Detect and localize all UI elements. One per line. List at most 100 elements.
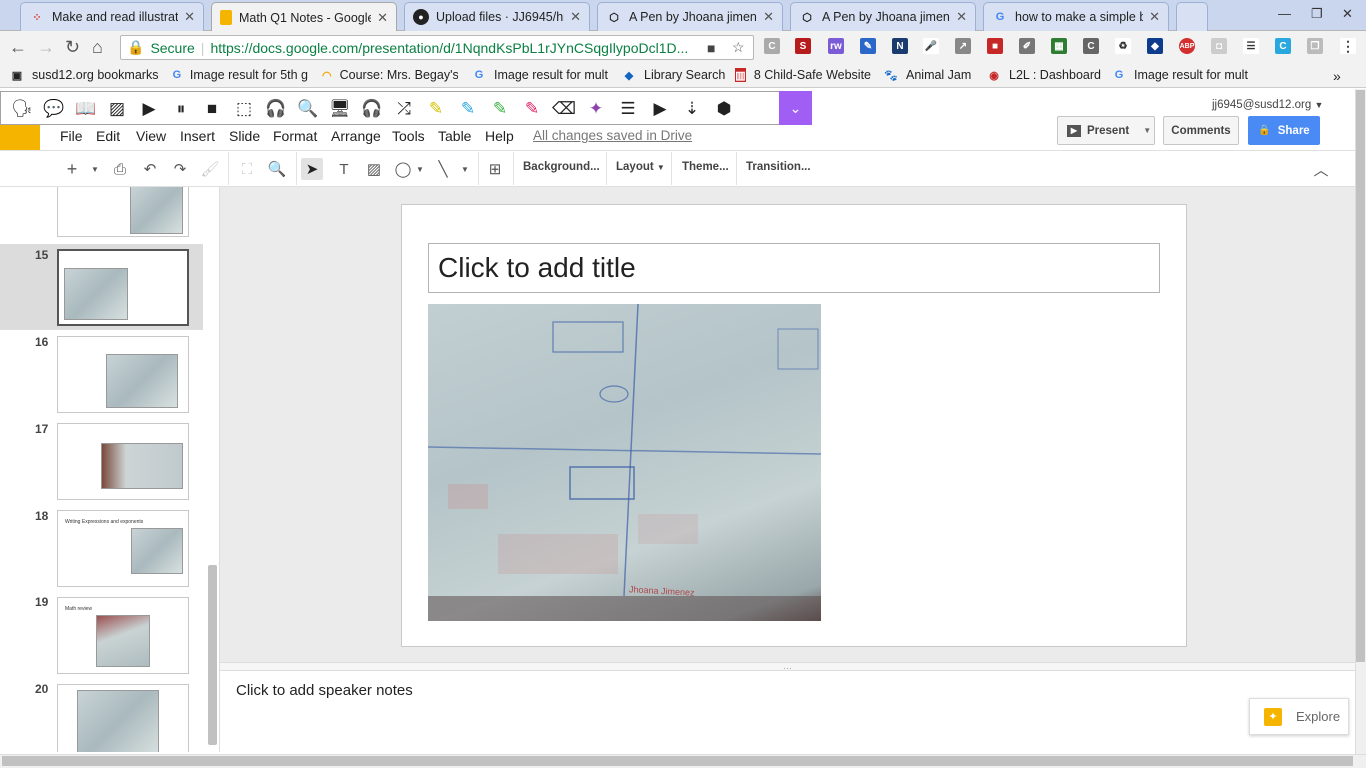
- extension-book-icon[interactable]: ■: [987, 38, 1003, 54]
- menu-help[interactable]: Help: [485, 128, 514, 144]
- eraser-icon[interactable]: ⌫: [552, 98, 576, 120]
- close-icon[interactable]: ✕: [1149, 9, 1160, 25]
- dictionary-icon[interactable]: 💬: [43, 98, 65, 120]
- redo-icon[interactable]: ↷: [169, 158, 191, 180]
- chevron-down-icon[interactable]: ▼: [84, 158, 106, 180]
- video-icon[interactable]: ▶: [649, 98, 671, 120]
- account-email[interactable]: jj6945@susd12.org ▼: [1212, 99, 1323, 111]
- new-tab-button[interactable]: [1176, 2, 1208, 31]
- tab-math-q1-notes[interactable]: Math Q1 Notes - Google ✕: [211, 2, 397, 32]
- bookmark-l2l[interactable]: ◉ L2L : Dashboard: [987, 68, 1101, 82]
- tab-make-and-read[interactable]: ⁘ Make and read illustrate ✕: [20, 2, 204, 31]
- slide-thumbnail-18[interactable]: Writing Expressions and exponents: [57, 510, 189, 587]
- pause-icon[interactable]: ⏸: [170, 98, 192, 120]
- collapse-toolbar-icon[interactable]: ︿: [1310, 158, 1332, 180]
- slide-thumbnail-15[interactable]: [57, 249, 189, 326]
- menu-arrange[interactable]: Arrange: [331, 128, 381, 144]
- select-region-icon[interactable]: ⬚: [233, 98, 255, 120]
- comments-button[interactable]: Comments: [1163, 116, 1239, 145]
- tab-upload-files[interactable]: ● Upload files · JJ6945/hi ✕: [404, 2, 590, 31]
- play-icon[interactable]: ▶: [138, 98, 160, 120]
- home-icon[interactable]: ⌂: [92, 37, 103, 58]
- tab-simple-button[interactable]: G how to make a simple bu ✕: [983, 2, 1169, 31]
- transition-button[interactable]: Transition...: [746, 161, 811, 173]
- camera-icon[interactable]: ■: [707, 40, 715, 56]
- extension-pencil-icon[interactable]: ✐: [1019, 38, 1035, 54]
- audio-icon[interactable]: 🎧: [265, 98, 287, 120]
- stop-icon[interactable]: ■: [201, 98, 223, 120]
- bookmark-child-safe[interactable]: ▥ 8 Child-Safe Website: [735, 68, 871, 82]
- menu-slide[interactable]: Slide: [229, 128, 260, 144]
- slide-thumbnail-19[interactable]: Math review: [57, 597, 189, 674]
- explore-button[interactable]: ✦ Explore: [1249, 698, 1349, 735]
- image-icon[interactable]: ▨: [363, 158, 385, 180]
- filmstrip-scrollbar[interactable]: [208, 565, 217, 745]
- save-status[interactable]: All changes saved in Drive: [533, 128, 692, 143]
- speaker-notes[interactable]: Click to add speaker notes: [236, 682, 413, 699]
- close-icon[interactable]: ✕: [956, 9, 967, 25]
- extension-copy-icon[interactable]: ❐: [1307, 38, 1323, 54]
- restore-icon[interactable]: ❐: [1311, 6, 1323, 22]
- tab-codepen-2[interactable]: ⬡ A Pen by Jhoana jimene ✕: [790, 2, 976, 31]
- highlighter-pink-icon[interactable]: ✎: [521, 98, 543, 120]
- share-tool-icon[interactable]: ⬢: [713, 98, 735, 120]
- bookmark-image-5th[interactable]: G Image result for 5th g: [172, 68, 308, 82]
- chevron-down-icon[interactable]: ▼: [1143, 126, 1151, 135]
- screenshot-icon[interactable]: ◘: [1211, 38, 1227, 54]
- menu-tools[interactable]: Tools: [392, 128, 425, 144]
- close-icon[interactable]: ✕: [184, 9, 195, 25]
- slide-thumbnail-17[interactable]: [57, 423, 189, 500]
- search-icon[interactable]: 🔍: [297, 98, 319, 120]
- picture-icon[interactable]: ▨: [106, 98, 128, 120]
- bookmark-image-mult-2[interactable]: G Image result for mult: [1112, 68, 1248, 82]
- bookmark-library[interactable]: ◆ Library Search: [622, 68, 726, 82]
- highlighter-yellow-icon[interactable]: ✎: [425, 98, 447, 120]
- bookmarks-overflow[interactable]: »: [1333, 68, 1341, 84]
- screen-icon[interactable]: 🖥: [329, 98, 351, 120]
- menu-file[interactable]: File: [60, 128, 83, 144]
- collect-icon[interactable]: ✦: [585, 98, 607, 120]
- list-icon[interactable]: ☰: [617, 98, 639, 120]
- menu-edit[interactable]: Edit: [96, 128, 120, 144]
- reload-icon[interactable]: ↻: [65, 37, 80, 58]
- chevron-down-icon[interactable]: ⌄: [779, 91, 812, 125]
- background-button[interactable]: Background...: [523, 161, 600, 173]
- notes-resize-handle[interactable]: …: [220, 662, 1355, 671]
- extension-n-icon[interactable]: N: [892, 38, 908, 54]
- chrome-menu-icon[interactable]: ⋮: [1340, 38, 1356, 54]
- close-icon[interactable]: ✕: [570, 9, 581, 25]
- line-icon[interactable]: ╲: [432, 158, 454, 180]
- menu-view[interactable]: View: [136, 128, 166, 144]
- adblock-icon[interactable]: ABP: [1179, 38, 1195, 54]
- extension-c2-icon[interactable]: C: [1083, 38, 1099, 54]
- select-arrow-icon[interactable]: ➤: [301, 158, 323, 180]
- mic-icon[interactable]: 🎤: [923, 38, 939, 54]
- extension-c-icon[interactable]: C: [764, 38, 780, 54]
- extension-pen-icon[interactable]: ✎: [860, 38, 876, 54]
- speak-icon[interactable]: 🗣: [11, 98, 33, 120]
- extension-c3-icon[interactable]: C: [1275, 38, 1291, 54]
- vertical-scrollbar-thumb[interactable]: [1356, 90, 1365, 662]
- menu-table[interactable]: Table: [438, 128, 471, 144]
- recycle-icon[interactable]: ♻: [1115, 38, 1131, 54]
- bookmark-star-icon[interactable]: ☆: [732, 39, 745, 56]
- bookmark-susd12[interactable]: ▣ susd12.org bookmarks: [10, 68, 159, 82]
- chevron-down-icon[interactable]: ▼: [454, 158, 476, 180]
- extension-docs-icon[interactable]: ▦: [1051, 38, 1067, 54]
- paint-format-icon[interactable]: 🖌: [199, 158, 221, 180]
- zoom-icon[interactable]: 🔍: [266, 158, 288, 180]
- bookmark-course[interactable]: ◠ Course: Mrs. Begay's: [322, 68, 458, 82]
- slide-thumbnail-14[interactable]: [57, 187, 189, 237]
- theme-button[interactable]: Theme...: [682, 161, 729, 173]
- add-comment-icon[interactable]: ⊞: [484, 158, 506, 180]
- close-icon[interactable]: ✕: [763, 9, 774, 25]
- bookmark-image-mult[interactable]: G Image result for mult: [472, 68, 608, 82]
- headphones-icon[interactable]: 🎧: [361, 98, 383, 120]
- share-button[interactable]: 🔒 Share: [1248, 116, 1320, 145]
- close-icon[interactable]: ✕: [377, 10, 388, 26]
- print-icon[interactable]: ⎙: [109, 158, 131, 180]
- shuffle-icon[interactable]: ⤮: [393, 98, 415, 120]
- sort-icon[interactable]: ⇣: [681, 98, 703, 120]
- new-slide-icon[interactable]: +: [61, 158, 83, 180]
- layout-button[interactable]: Layout ▼: [616, 161, 665, 173]
